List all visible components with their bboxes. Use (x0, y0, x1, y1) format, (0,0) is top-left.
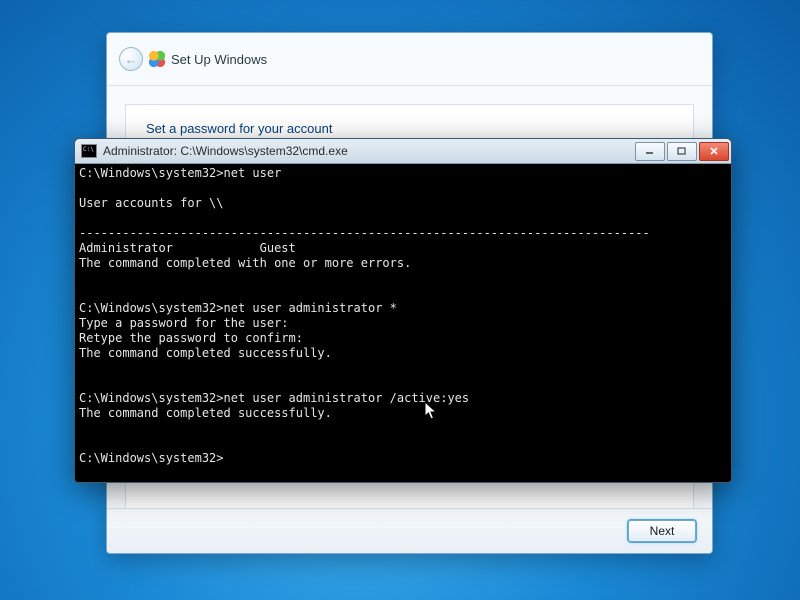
wizard-inner-heading: Set a password for your account (146, 121, 332, 136)
back-button[interactable]: ← (119, 47, 143, 71)
console-titlebar[interactable]: Administrator: C:\Windows\system32\cmd.e… (75, 139, 731, 164)
wizard-footer: Next (107, 508, 712, 553)
close-button[interactable] (699, 142, 729, 161)
wizard-title: Set Up Windows (171, 52, 267, 67)
maximize-icon (677, 147, 687, 155)
minimize-button[interactable] (635, 142, 665, 161)
console-window-title: Administrator: C:\Windows\system32\cmd.e… (103, 144, 629, 158)
wizard-header: ← Set Up Windows (107, 33, 712, 86)
next-button[interactable]: Next (628, 520, 696, 542)
window-controls (635, 142, 729, 161)
desktop-background: ← Set Up Windows Set a password for your… (0, 0, 800, 600)
minimize-icon (645, 147, 655, 155)
windows-flag-icon (149, 51, 165, 67)
maximize-button[interactable] (667, 142, 697, 161)
back-arrow-icon: ← (125, 52, 138, 67)
command-prompt-window[interactable]: Administrator: C:\Windows\system32\cmd.e… (74, 138, 732, 483)
close-icon (709, 147, 719, 155)
cmd-icon (81, 144, 97, 158)
console-output[interactable]: C:\Windows\system32>net user User accoun… (75, 164, 731, 482)
